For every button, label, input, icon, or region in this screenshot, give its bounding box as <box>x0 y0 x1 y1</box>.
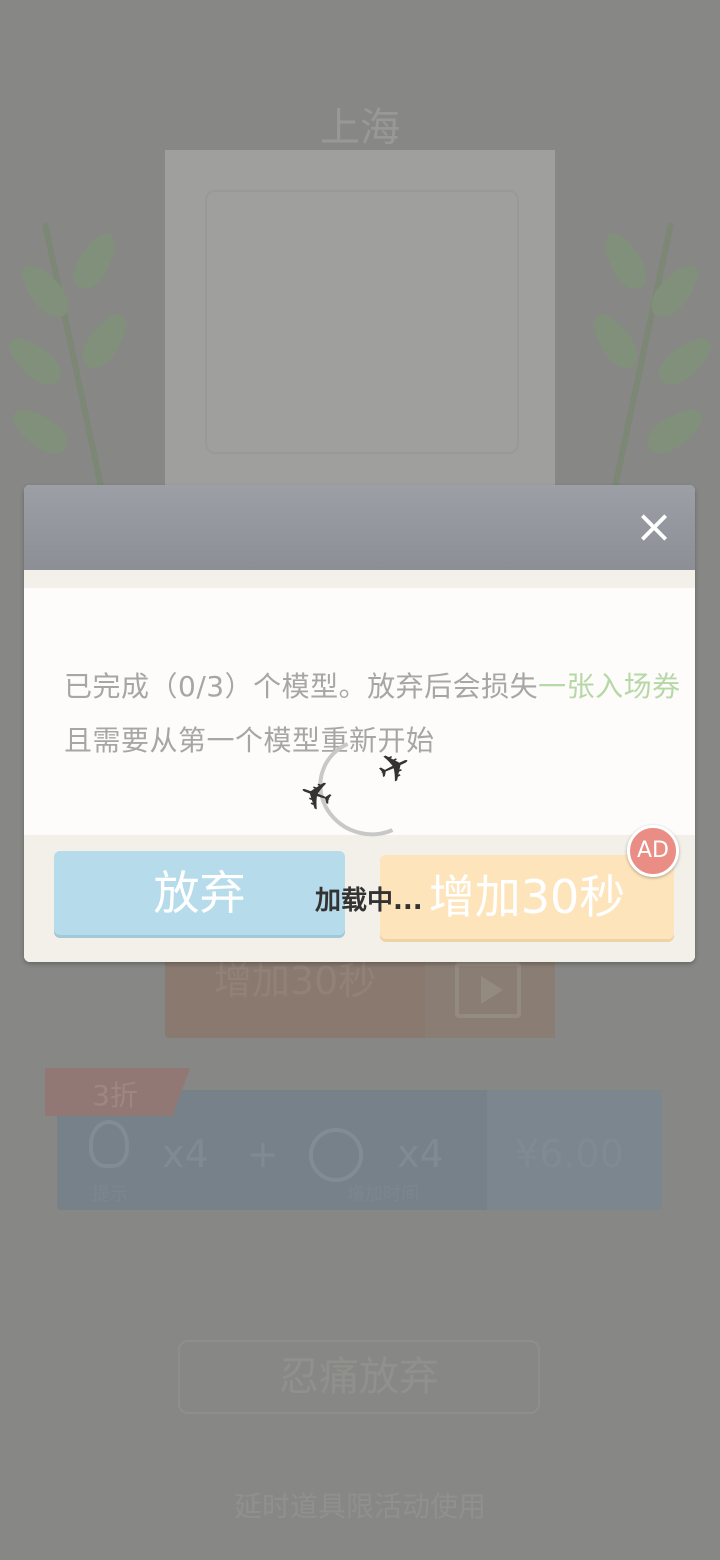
ad-badge: AD <box>627 825 679 877</box>
add-time-button[interactable]: 增加30秒 <box>380 855 674 939</box>
close-button[interactable]: × <box>628 500 680 552</box>
give-up-button[interactable]: 放弃 <box>54 851 345 935</box>
message-text-1: 已完成（0/3）个模型。放弃后会损失 <box>64 670 539 703</box>
dialog-header <box>24 485 695 570</box>
dialog-header-strip <box>24 570 695 588</box>
loading-text: 加载中... <box>315 886 423 916</box>
message-highlight: 一张入场券 <box>538 670 681 703</box>
